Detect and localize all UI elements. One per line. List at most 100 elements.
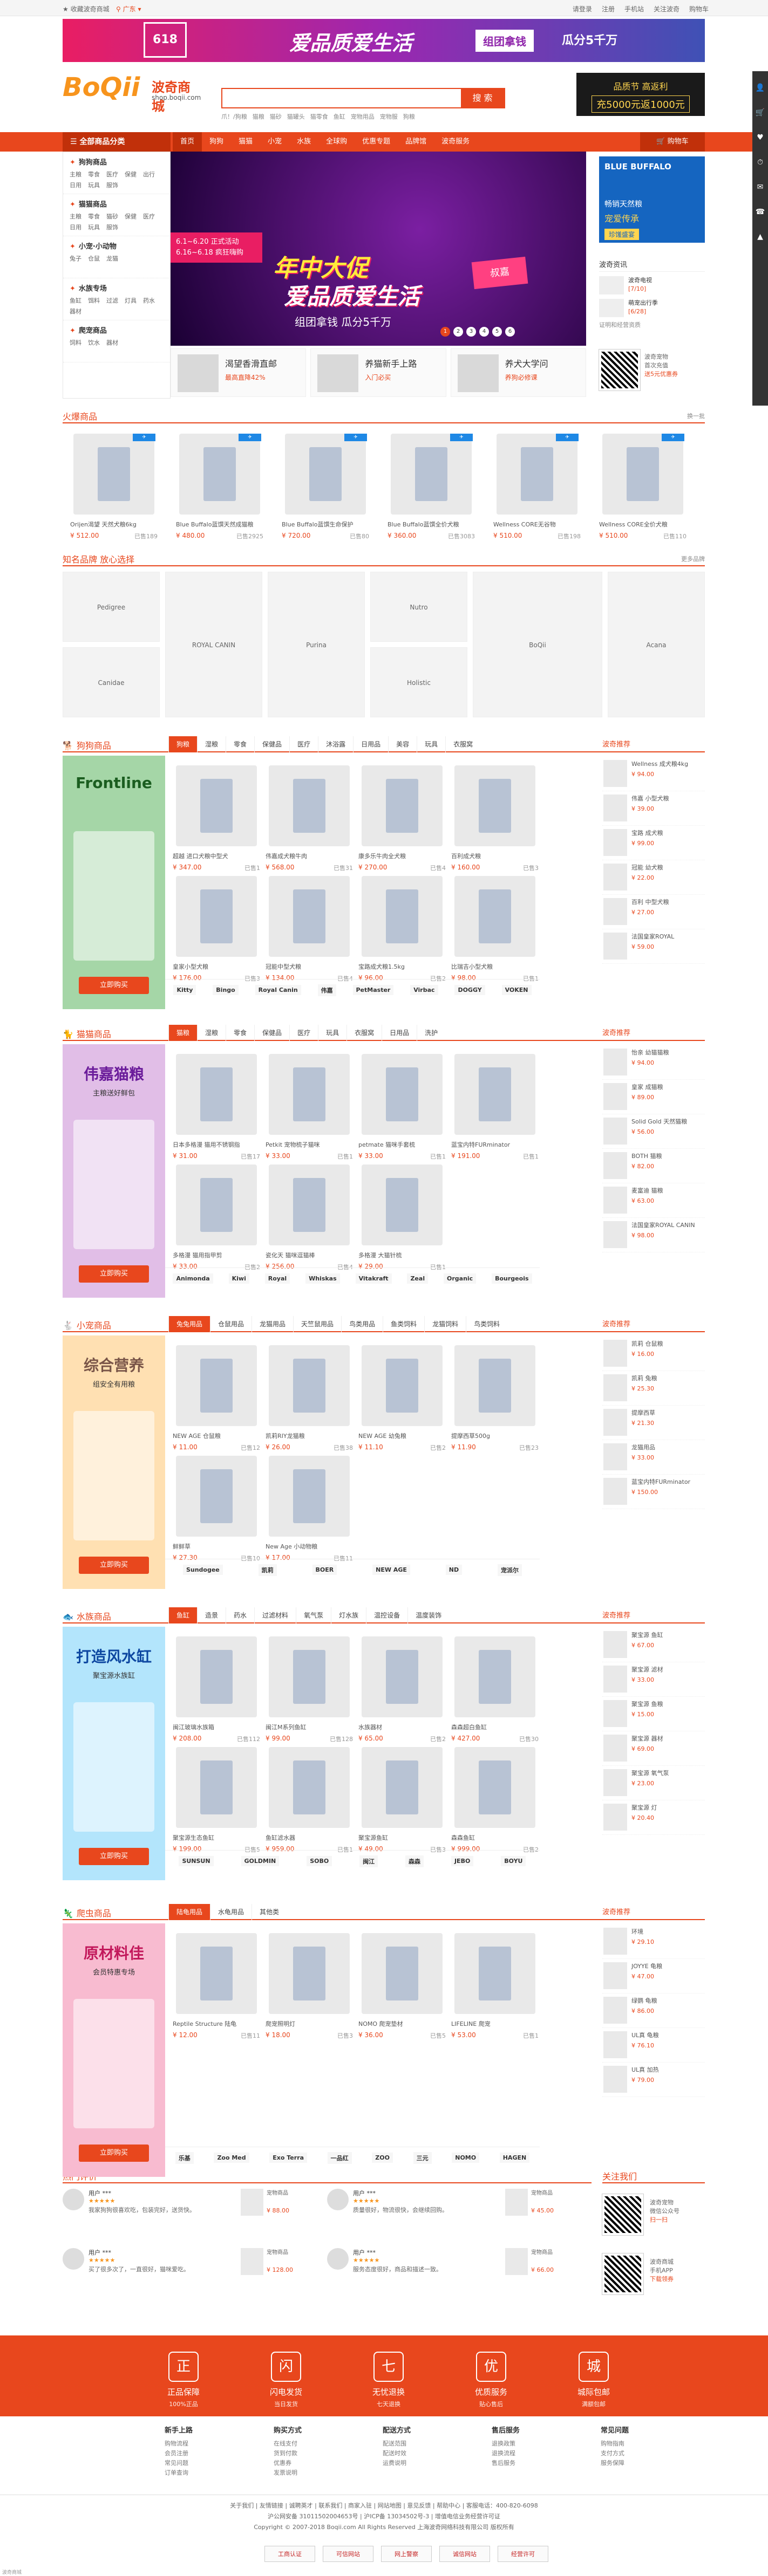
top-icon[interactable]: ▲ (752, 229, 768, 245)
product-card[interactable]: 闽江玻璃水族箱 ¥ 208.00 已售112 (171, 1629, 263, 1753)
recommend-item[interactable]: 聚宝源 氧气泵 ¥ 23.00 (602, 1766, 705, 1800)
brand-logo[interactable]: Organic (444, 1273, 477, 1284)
section-tab[interactable]: 龙猫用品 (252, 1316, 293, 1332)
review-product-name[interactable]: 宠物商品 (531, 2249, 585, 2257)
hot-word[interactable]: 猫罐头 (287, 112, 305, 121)
hot-word[interactable]: 狗粮 (403, 112, 415, 121)
brand-logo[interactable]: 森森 (405, 1855, 424, 1867)
product-name[interactable]: NOMO 爬宠垫材 (358, 2019, 447, 2028)
section-tab[interactable]: 保健品 (254, 1025, 289, 1041)
category-sub-link[interactable]: 兔子 (70, 254, 81, 263)
top-banner[interactable]: 618 爱品质爱生活 组团拿钱 瓜分5千万 (63, 19, 705, 62)
brand-tile[interactable]: ROYAL CANIN (165, 572, 262, 717)
hero-banner[interactable]: 6.1~6.20 正式活动 6.16~6.18 疯狂嗨购 年中大促 爱品质爱生活 … (171, 152, 586, 346)
service-item[interactable]: 七无忧退换 七天退换 (340, 2335, 437, 2416)
category-sub-link[interactable]: 玩具 (88, 181, 100, 189)
user-icon[interactable]: 👤 (752, 80, 768, 96)
brand-logo[interactable]: ZOO (372, 2153, 393, 2163)
product-name[interactable]: 聚宝源生态鱼缸 (173, 1833, 262, 1842)
product-name[interactable]: 提摩西草500g (451, 1431, 540, 1440)
certificate-badge[interactable]: 工商认证 (264, 2546, 315, 2562)
section-tab[interactable]: 水龟用品 (210, 1904, 252, 1920)
product-name[interactable]: 多格漫 猫用指甲剪 (173, 1251, 262, 1259)
section-tab[interactable]: 日用品 (382, 1025, 417, 1041)
product-name[interactable]: Blue Buffalo蓝馔生命保护 (282, 520, 371, 529)
product-card[interactable]: 伟嘉成犬粮牛肉 ¥ 568.00 已售31 (263, 758, 356, 882)
brand-logo[interactable]: BOER (312, 1565, 337, 1575)
section-tab[interactable]: 零食 (226, 736, 254, 752)
brand-logo[interactable]: 凯莉 (258, 1564, 277, 1576)
section-tab[interactable]: 鸟类饲料 (466, 1316, 507, 1332)
carousel-dot[interactable]: 6 (505, 327, 515, 337)
brand-logo[interactable]: Bingo (213, 985, 239, 995)
product-name[interactable]: 康多乐牛肉全犬粮 (358, 852, 447, 860)
hot-word[interactable]: 鱼缸 (334, 112, 345, 121)
product-name[interactable]: 超越 进口犬粮中型犬 (173, 852, 262, 860)
product-name[interactable]: New Age 小动物粮 (266, 1542, 355, 1551)
sub-banner[interactable]: 养猫新手上路 入门必买 (310, 348, 446, 397)
section-tab[interactable]: 沐浴露 (318, 736, 353, 752)
product-card[interactable]: 聚宝源鱼缸 ¥ 49.00 已售3 (356, 1739, 449, 1864)
brand-logo[interactable]: 乐基 (175, 2152, 194, 2164)
product-card[interactable]: 多格漫 猫用指甲剪 ¥ 33.00 已售2 (171, 1157, 263, 1281)
category-sub-link[interactable]: 零食 (88, 170, 100, 179)
footer-link[interactable]: 服务保障 (601, 2458, 629, 2468)
recommend-item[interactable]: UL真 龟粮 ¥ 76.10 (602, 2028, 705, 2063)
product-name[interactable]: 日本多格漫 猫用不锈钢指 (173, 1140, 262, 1149)
category-sub-link[interactable]: 鱼缸 (70, 296, 81, 305)
product-card[interactable]: 水族器材 ¥ 65.00 已售2 (356, 1629, 449, 1753)
product-name[interactable]: Wellness CORE全价犬粮 (599, 520, 688, 529)
product-card[interactable]: 爬宠照明灯 ¥ 18.00 已售3 (263, 1926, 356, 2050)
category-sub-link[interactable]: 服饰 (106, 181, 118, 189)
product-card[interactable]: 鱼缸滤水器 ¥ 959.00 已售1 (263, 1739, 356, 1864)
brand-tile[interactable]: Acana (608, 572, 705, 717)
brand-logo[interactable]: GOLDMIN (241, 1856, 280, 1866)
brand-logo[interactable]: Kiwi (228, 1273, 249, 1284)
nav-item[interactable]: 品牌馆 (398, 132, 434, 152)
product-name[interactable]: Reptile Structure 陆龟 (173, 2019, 262, 2028)
location-selector[interactable]: ⚲ 广东 ▾ (116, 4, 141, 13)
recommend-item[interactable]: 冠能 幼犬粮 ¥ 22.00 (602, 860, 705, 895)
section-tab[interactable]: 龙猫饲料 (424, 1316, 466, 1332)
section-tab[interactable]: 药水 (226, 1607, 254, 1623)
section-tab[interactable]: 其他类 (252, 1904, 287, 1920)
recommend-item[interactable]: 法国皇家ROYAL ¥ 59.00 (602, 929, 705, 964)
brand-logo[interactable]: Kitty (173, 985, 196, 995)
brand-logo[interactable]: Zeal (407, 1273, 429, 1284)
hot-word[interactable]: 猫零食 (310, 112, 328, 121)
brand-tile[interactable]: BoQii (473, 572, 602, 717)
category-sub-link[interactable]: 饮水 (88, 338, 100, 347)
brand-logo[interactable]: Sundogee (182, 1565, 223, 1575)
recommend-item[interactable]: 麦富迪 猫粮 ¥ 63.00 (602, 1183, 705, 1218)
product-name[interactable]: petmate 猫咪手套梳 (358, 1140, 447, 1149)
product-card[interactable]: Reptile Structure 陆龟 ¥ 12.00 已售11 (171, 1926, 263, 2050)
nav-item[interactable]: 水族 (289, 132, 318, 152)
footer-link[interactable]: 支付方式 (601, 2449, 629, 2458)
nav-item[interactable]: 狗狗 (202, 132, 231, 152)
service-item[interactable]: 优优质服务 贴心售后 (443, 2335, 540, 2416)
promo-buy-button[interactable]: 立即购买 (79, 1557, 149, 1574)
section-tab[interactable]: 兔兔用品 (168, 1316, 210, 1332)
recommend-item[interactable]: 皇家 成猫粮 ¥ 89.00 (602, 1080, 705, 1114)
section-tab[interactable]: 温度装饰 (407, 1607, 449, 1623)
service-item[interactable]: 闪闪电发货 当日发货 (237, 2335, 335, 2416)
product-card[interactable]: 康多乐牛肉全犬粮 ¥ 270.00 已售4 (356, 758, 449, 882)
recommend-item[interactable]: Solid Gold 天然猫粮 ¥ 56.00 (602, 1114, 705, 1149)
category-sub-link[interactable]: 药水 (143, 296, 155, 305)
brand-logo[interactable]: Royal Canin (255, 985, 301, 995)
footer-link[interactable]: 售后服务 (492, 2458, 520, 2468)
category-sub-link[interactable]: 器材 (70, 307, 81, 316)
product-name[interactable]: 伟嘉成犬粮牛肉 (266, 852, 355, 860)
brand-tile[interactable]: Purina (268, 572, 365, 717)
footer-link[interactable]: 常见问题 (165, 2458, 193, 2468)
review-product-name[interactable]: 宠物商品 (531, 2190, 585, 2197)
category-sub-link[interactable]: 器材 (106, 338, 118, 347)
category-sub-link[interactable]: 饵料 (88, 296, 100, 305)
product-name[interactable]: 皇家小型犬粮 (173, 962, 262, 971)
product-card[interactable]: ✈ Wellness CORE无谷物 ¥ 510.00 已售198 (491, 426, 584, 550)
category-sub-link[interactable]: 主粮 (70, 170, 81, 179)
product-name[interactable]: NEW AGE 仓鼠粮 (173, 1431, 262, 1440)
sub-banner[interactable]: 养犬大学问 养狗必修课 (450, 348, 586, 397)
product-name[interactable]: 森森超白鱼缸 (451, 1723, 540, 1731)
category-sub-link[interactable]: 饲料 (70, 338, 81, 347)
